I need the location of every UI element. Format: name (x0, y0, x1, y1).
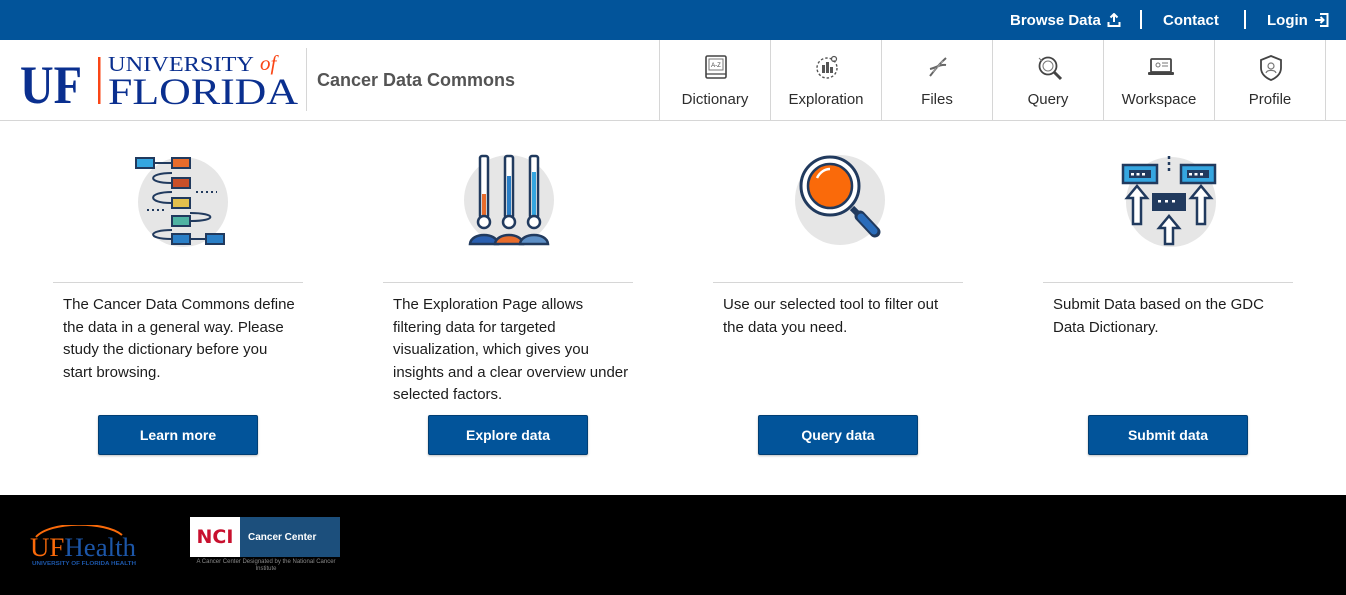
nci-label: NCI (190, 517, 240, 557)
nav-item-workspace[interactable]: Workspace (1104, 40, 1215, 121)
upload-data-icon (1121, 156, 1217, 247)
site-footer: UFHealth UNIVERSITY OF FLORIDA HEALTH NC… (0, 495, 1346, 595)
nav-label-workspace: Workspace (1121, 91, 1197, 108)
nav-item-exploration[interactable]: Exploration (771, 40, 882, 121)
card-query: Use our selected tool to filter out the … (713, 148, 963, 458)
topbar-divider (1140, 10, 1142, 29)
people-bars-icon (464, 154, 554, 246)
card-divider (53, 282, 303, 283)
profile-shield-icon (1260, 55, 1282, 81)
exploration-icon (816, 55, 838, 79)
card-dictionary: The Cancer Data Commons define the data … (53, 148, 303, 458)
uf-health-logo[interactable]: UFHealth UNIVERSITY OF FLORIDA HEALTH (30, 525, 140, 567)
nav-label-profile: Profile (1248, 91, 1292, 108)
header-divider (306, 48, 307, 111)
browse-data-link[interactable]: Browse Data (1010, 0, 1121, 40)
nav-label-files: Files (921, 91, 953, 108)
card-divider (1043, 282, 1293, 283)
magnifying-glass-icon (795, 155, 885, 245)
submit-data-button[interactable]: Submit data (1088, 415, 1248, 455)
nav-label-dictionary: Dictionary (681, 91, 749, 108)
card-exploration: The Exploration Page allows filtering da… (383, 148, 633, 458)
brand-title: Cancer Data Commons (317, 70, 516, 90)
ufhealth-text: UFHealth (30, 533, 136, 562)
card-submit: Submit Data based on the GDC Data Dictio… (1043, 148, 1293, 458)
contact-label: Contact (1163, 11, 1219, 29)
nav-item-profile[interactable]: Profile (1215, 40, 1326, 121)
logo-florida-text: FLORIDA (108, 72, 298, 109)
topbar-divider (1244, 10, 1246, 29)
query-magnifier-icon (1038, 56, 1063, 81)
card-description: Submit Data based on the GDC Data Dictio… (1053, 296, 1264, 336)
nav-item-dictionary[interactable]: A-Z Dictionary (660, 40, 771, 121)
card-divider (383, 282, 633, 283)
main-nav: A-Z Dictionary Exploration Files Query W… (659, 40, 1326, 121)
login-link[interactable]: Login (1267, 0, 1329, 40)
dictionary-book-icon: A-Z (705, 55, 727, 79)
learn-more-button[interactable]: Learn more (98, 415, 258, 455)
ufhealth-subtitle: UNIVERSITY OF FLORIDA HEALTH (32, 561, 136, 567)
login-label: Login (1267, 11, 1308, 29)
upload-icon (1107, 13, 1121, 27)
uf-logo[interactable]: UF UNIVERSITY of FLORIDA (20, 53, 300, 109)
files-dna-icon (929, 57, 947, 77)
nav-label-query: Query (1027, 91, 1069, 108)
card-description: Use our selected tool to filter out the … (723, 296, 939, 336)
contact-link[interactable]: Contact (1163, 0, 1219, 40)
nci-badge[interactable]: NCI Cancer Center (190, 517, 340, 557)
explore-data-button[interactable]: Explore data (428, 415, 588, 455)
card-description: The Cancer Data Commons define the data … (63, 296, 295, 381)
query-data-button[interactable]: Query data (758, 415, 918, 455)
card-description: The Exploration Page allows filtering da… (393, 296, 629, 403)
svg-text:A-Z: A-Z (711, 63, 721, 69)
logo-uf-text: UF (20, 55, 82, 109)
nci-subtitle: A Cancer Center Designated by the Nation… (196, 559, 336, 572)
browse-data-label: Browse Data (1010, 11, 1101, 29)
card-divider (713, 282, 963, 283)
site-header: UF UNIVERSITY of FLORIDA Cancer Data Com… (0, 40, 1346, 121)
login-icon (1314, 13, 1329, 27)
nci-center-label: Cancer Center (240, 517, 340, 557)
top-bar: Browse Data Contact Login (0, 0, 1346, 40)
workspace-laptop-icon (1148, 58, 1174, 75)
nav-label-exploration: Exploration (788, 91, 864, 108)
nav-item-files[interactable]: Files (882, 40, 993, 121)
nav-item-query[interactable]: Query (993, 40, 1104, 121)
flowchart-icon (135, 157, 228, 247)
